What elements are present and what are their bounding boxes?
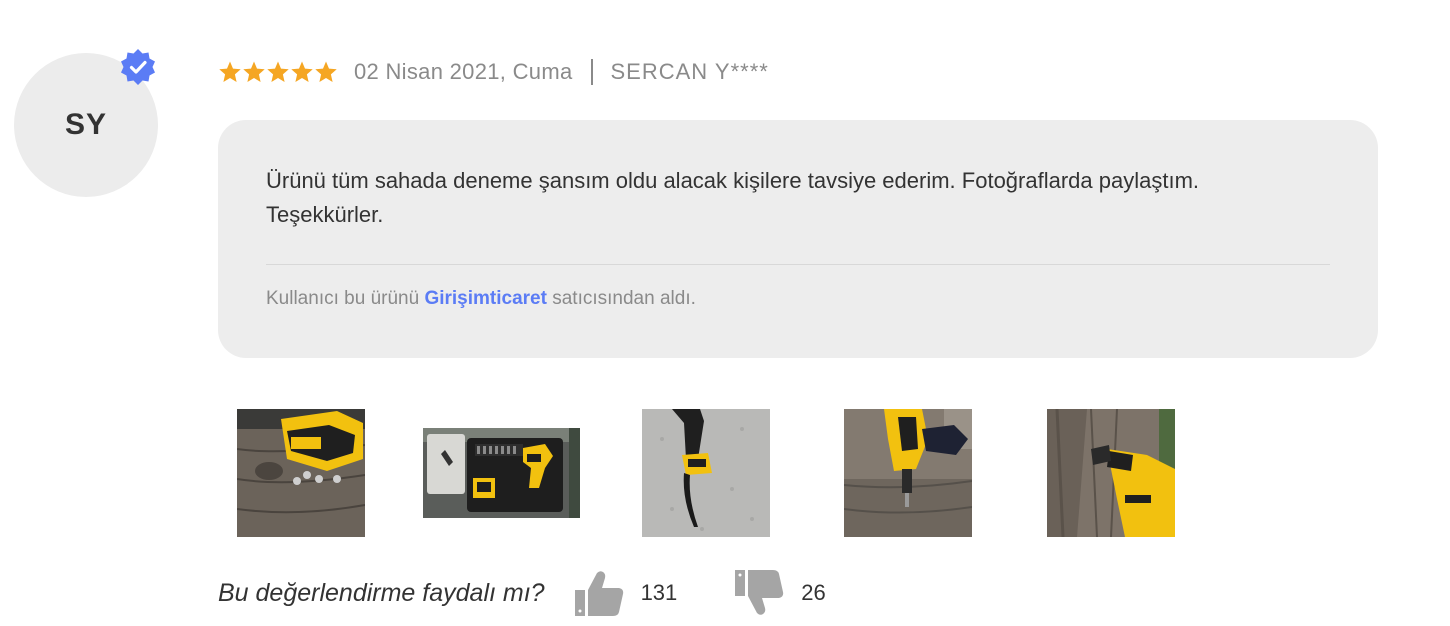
review-comment-line-1: Ürünü tüm sahada deneme şansım oldu alac… <box>266 168 1200 193</box>
review-photo-2[interactable] <box>423 428 580 518</box>
seller-link[interactable]: Girişimticaret <box>424 288 547 309</box>
seller-suffix: satıcısından aldı. <box>552 288 696 309</box>
review-card: SY 02 Nisan 2021, Cuma SERCAN Y**** Ürün… <box>0 0 1450 626</box>
review-date: 02 Nisan 2021, Cuma <box>354 59 573 84</box>
reviewer-name: SERCAN Y**** <box>610 59 769 84</box>
review-photo-1[interactable] <box>237 409 365 537</box>
helpful-question: Bu değerlendirme faydalı mı? <box>218 578 545 607</box>
thumbs-up-button[interactable]: 131 <box>574 570 678 616</box>
review-photo-5[interactable] <box>1047 409 1175 537</box>
thumbs-up-icon <box>574 571 623 616</box>
seller-prefix: Kullanıcı bu ürünü <box>266 288 420 309</box>
star-rating <box>218 60 338 84</box>
verified-badge-icon <box>121 49 155 85</box>
star-icon <box>315 61 337 82</box>
star-icon <box>291 61 313 82</box>
review-comment-line-2: Teşekkürler. <box>266 202 384 227</box>
star-icon <box>267 61 289 82</box>
review-meta: 02 Nisan 2021, Cuma SERCAN Y**** <box>218 54 769 90</box>
review-bubble: Ürünü tüm sahada deneme şansım oldu alac… <box>218 120 1378 358</box>
helpful-section: Bu değerlendirme faydalı mı? 131 26 <box>218 570 826 616</box>
thumbs-down-icon <box>735 570 784 615</box>
thumbs-down-count: 26 <box>801 580 826 605</box>
seller-info: Kullanıcı bu ürünü Girişimticaret satıcı… <box>266 288 696 310</box>
review-comment: Ürünü tüm sahada deneme şansım oldu alac… <box>266 164 1330 232</box>
meta-separator <box>590 59 593 85</box>
thumbs-up-count: 131 <box>640 580 678 605</box>
star-icon <box>243 61 265 82</box>
avatar-initials: SY <box>64 108 108 141</box>
thumbs-down-button[interactable]: 26 <box>735 570 826 616</box>
star-icon <box>219 61 241 82</box>
review-photo-3[interactable] <box>642 409 770 537</box>
bubble-divider <box>266 264 1330 265</box>
review-photo-4[interactable] <box>844 409 972 537</box>
